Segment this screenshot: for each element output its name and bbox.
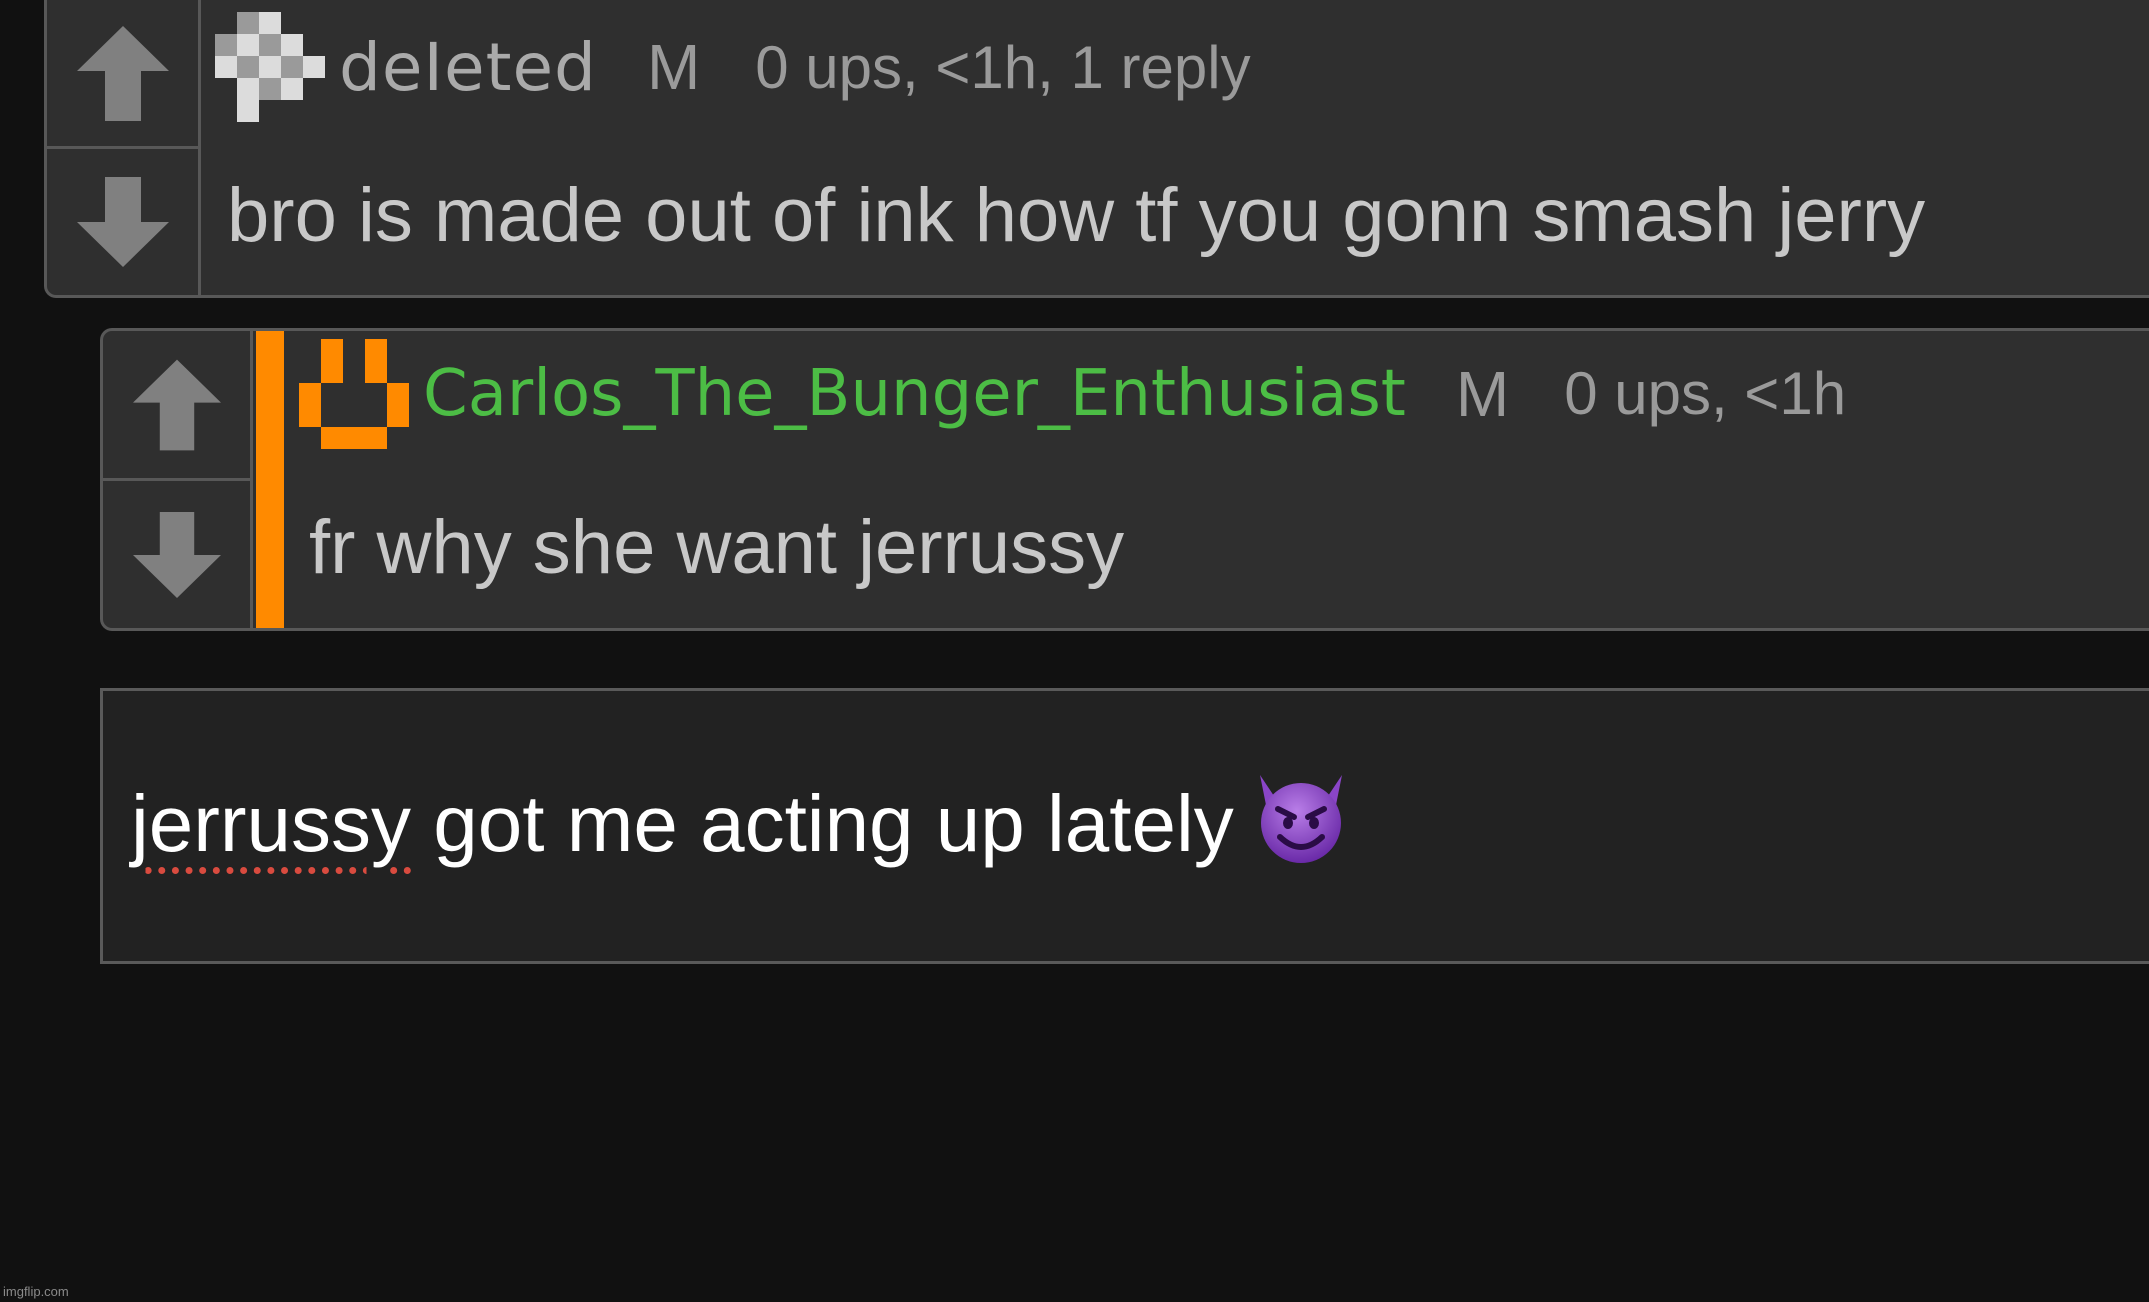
- comment-body: bro is made out of ink how tf you gonn s…: [227, 173, 1926, 258]
- mod-badge: M: [646, 31, 701, 103]
- upvote-button[interactable]: [47, 0, 198, 149]
- username-link[interactable]: deIeted: [339, 29, 597, 106]
- misspelled-word: jerrussy: [131, 779, 412, 868]
- username-link[interactable]: Carlos_The_Bunger_Enthusiast: [423, 357, 1406, 431]
- watermark: imgflip.com: [3, 1284, 69, 1299]
- reply-text-rest: got me acting up lately: [411, 779, 1234, 868]
- comment-meta: Carlos_The_Bunger_Enthusiast M 0 ups, <1…: [299, 338, 1847, 449]
- comment-thread-page: deIeted M 0 ups, <1h, 1 reply bro is mad…: [0, 0, 2149, 1302]
- comment-meta: deIeted M 0 ups, <1h, 1 reply: [215, 12, 1251, 122]
- downvote-button[interactable]: [103, 481, 250, 628]
- orange-smile-avatar-icon[interactable]: [299, 338, 409, 449]
- checker-avatar-icon[interactable]: [215, 12, 325, 122]
- arrow-down-icon: [76, 177, 169, 267]
- arrow-up-icon: [132, 359, 221, 450]
- comment-1: deIeted M 0 ups, <1h, 1 reply bro is mad…: [44, 0, 2149, 298]
- reply-accent-bar: [256, 331, 284, 628]
- comment-body: fr why she want jerrussy: [309, 505, 1125, 590]
- reply-textarea[interactable]: jerrussy got me acting up lately: [100, 688, 2149, 964]
- comment-stats: 0 ups, <1h, 1 reply: [755, 33, 1251, 101]
- vote-column: [47, 0, 201, 295]
- smiling-devil-emoji-icon: [1259, 775, 1342, 863]
- mod-badge: M: [1455, 357, 1510, 430]
- arrow-down-icon: [132, 511, 221, 598]
- upvote-button[interactable]: [103, 331, 250, 481]
- reply-text: jerrussy got me acting up lately: [131, 765, 1356, 870]
- vote-column: [103, 331, 253, 628]
- comment-2-reply: Carlos_The_Bunger_Enthusiast M 0 ups, <1…: [100, 328, 2149, 631]
- comment-stats: 0 ups, <1h: [1564, 360, 1847, 427]
- arrow-up-icon: [76, 25, 169, 121]
- downvote-button[interactable]: [47, 149, 198, 295]
